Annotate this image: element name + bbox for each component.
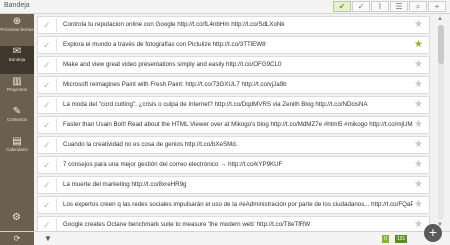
checkbox-icon[interactable]: ✓ (43, 160, 51, 170)
scrollbar[interactable]: ▲ ▼ (435, 16, 447, 231)
task-title[interactable]: Faster than Usain Bolt! Read about the H… (63, 121, 413, 129)
sidebar-item-label: Proyectos (6, 87, 27, 92)
row-divider (56, 138, 57, 152)
add-icon[interactable]: + (428, 1, 446, 12)
list-icon[interactable]: ☰ (390, 1, 408, 12)
sidebar: ⊕ Próximas fechas ✉ Bandeja ▥ Proyectos … (0, 14, 34, 231)
row-divider (56, 158, 57, 172)
sidebar-item-label: Próximas fechas (0, 27, 34, 32)
task-title[interactable]: Controla tu reputacion online con Google… (63, 21, 413, 29)
row-divider (56, 118, 57, 132)
toolbar: ✔ ✓ ⌇ ☰ ⌕ + (333, 1, 446, 12)
task-row[interactable]: ✓ Make and view great video presentations… (37, 56, 430, 74)
check-icon[interactable]: ✔ (333, 1, 351, 12)
star-icon[interactable]: ★ (414, 79, 423, 90)
star-icon[interactable]: ★ (414, 19, 423, 30)
task-row[interactable]: ✓ Google creates Octane benchmark suite t… (37, 216, 430, 231)
sync-icon[interactable]: ⟳ (0, 232, 34, 245)
task-row[interactable]: ✓ La moda del "cord cutting", ¿crisis o c… (37, 96, 430, 114)
bottom-bar: ⟳ ▼ 0 191 (0, 231, 450, 245)
checkbox-icon[interactable]: ✓ (43, 20, 51, 30)
task-title[interactable]: Los expertos creen q las redes sociales … (63, 201, 413, 209)
top-bar: Bandeja ✔ ✓ ⌇ ☰ ⌕ + (0, 0, 450, 14)
task-row[interactable]: ✓ La muerte del marketing http://t.co/8xr… (37, 176, 430, 194)
page-title: Bandeja (4, 2, 30, 9)
search-icon[interactable]: ⌕ (409, 1, 427, 12)
scroll-up-icon[interactable]: ▲ (437, 16, 443, 22)
task-title[interactable]: Make and view great video presentations … (63, 61, 413, 69)
folder-icon: ▥ (12, 76, 22, 87)
calendar-icon: ▤ (12, 136, 22, 147)
scroll-track[interactable] (438, 25, 444, 220)
checkbox-icon[interactable]: ✓ (43, 100, 51, 110)
row-divider (56, 78, 57, 92)
star-icon[interactable]: ★ (414, 39, 423, 50)
task-title[interactable]: 7 consejos para una mejor gestión del co… (63, 161, 413, 169)
checkbox-icon[interactable]: ✓ (43, 60, 51, 70)
checkbox-icon[interactable]: ✓ (43, 200, 51, 210)
sidebar-item-label: Contextos (6, 117, 28, 122)
task-title[interactable]: Cuando la creatividad no es cosa de geni… (63, 141, 413, 149)
star-icon[interactable]: ★ (414, 59, 423, 70)
star-icon[interactable]: ★ (414, 119, 423, 130)
star-icon[interactable]: ★ (414, 219, 423, 230)
task-row[interactable]: ✓ 7 consejos para una mejor gestión del c… (37, 156, 430, 174)
task-row[interactable]: ✓ Explora el mundo a través de fotografía… (37, 36, 430, 54)
pin-icon: ✎ (12, 106, 22, 117)
task-row[interactable]: ✓ Microsoft reimagines Paint with Fresh P… (37, 76, 430, 94)
sidebar-item-bandeja[interactable]: ✉ Bandeja (0, 46, 34, 74)
row-divider (56, 38, 57, 52)
sidebar-item-label: Bandeja (8, 57, 26, 62)
checkbox-icon[interactable]: ✓ (43, 180, 51, 190)
inbox-icon: ✉ (12, 46, 22, 57)
sidebar-item-contextos[interactable]: ✎ Contextos (0, 106, 34, 134)
gear-icon[interactable]: ⚙ (12, 212, 21, 223)
calendar-plus-icon: ⊕ (12, 16, 22, 27)
sidebar-item-proximas-fechas[interactable]: ⊕ Próximas fechas (0, 16, 34, 44)
app-window: Bandeja ✔ ✓ ⌇ ☰ ⌕ + ⊕ Próximas fechas ✉ … (0, 0, 450, 245)
star-icon[interactable]: ★ (414, 199, 423, 210)
task-title[interactable]: Google creates Octane benchmark suite to… (63, 221, 413, 229)
checkbox-icon[interactable]: ✓ (43, 40, 51, 50)
check-outline-icon[interactable]: ✓ (352, 1, 370, 12)
count-badge: 0 (382, 235, 389, 243)
task-title[interactable]: Microsoft reimagines Paint with Fresh Pa… (63, 81, 413, 89)
checkbox-icon[interactable]: ✓ (43, 80, 51, 90)
row-divider (56, 98, 57, 112)
task-title[interactable]: Explora el mundo a través de fotografías… (63, 41, 413, 49)
task-row[interactable]: ✓ Cuando la creatividad no es cosa de gen… (37, 136, 430, 154)
star-icon[interactable]: ★ (414, 139, 423, 150)
filter-icon[interactable]: ▼ (44, 234, 52, 243)
sidebar-item-proyectos[interactable]: ▥ Proyectos (0, 76, 34, 104)
task-title[interactable]: La muerte del marketing http://t.co/8xre… (63, 181, 413, 189)
sidebar-item-label: Calendario (6, 147, 28, 152)
sidebar-item-calendario[interactable]: ▤ Calendario (0, 136, 34, 164)
scroll-thumb[interactable] (438, 25, 444, 64)
star-icon[interactable]: ★ (414, 179, 423, 190)
paperclip-icon[interactable]: ⌇ (371, 1, 389, 12)
task-row[interactable]: ✓ Controla tu reputacion online con Googl… (37, 16, 430, 34)
task-row[interactable]: ✓ Los expertos creen q las redes sociales… (37, 196, 430, 214)
checkbox-icon[interactable]: ✓ (43, 220, 51, 230)
row-divider (56, 198, 57, 212)
task-list: ✓ Controla tu reputacion online con Googl… (37, 16, 430, 231)
row-divider (56, 18, 57, 32)
row-divider (56, 58, 57, 72)
add-task-button[interactable]: + (424, 224, 442, 242)
star-icon[interactable]: ★ (414, 159, 423, 170)
total-badge: 191 (395, 235, 408, 243)
checkbox-icon[interactable]: ✓ (43, 120, 51, 130)
task-row[interactable]: ✓ Faster than Usain Bolt! Read about the … (37, 116, 430, 134)
row-divider (56, 218, 57, 231)
task-title[interactable]: La moda del "cord cutting", ¿crisis o cu… (63, 101, 413, 109)
star-icon[interactable]: ★ (414, 99, 423, 110)
checkbox-icon[interactable]: ✓ (43, 140, 51, 150)
row-divider (56, 178, 57, 192)
